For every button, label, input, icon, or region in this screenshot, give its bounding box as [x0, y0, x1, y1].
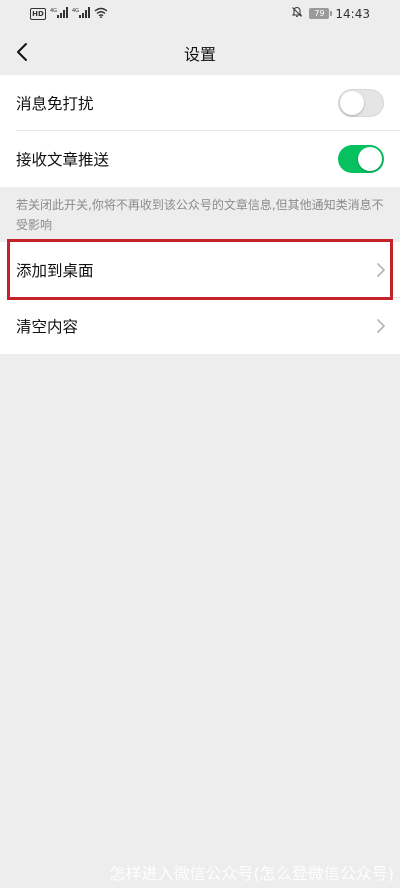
toggle-knob [358, 147, 382, 171]
status-right: 79 14:43 [291, 6, 370, 21]
do-not-disturb-toggle[interactable] [338, 89, 384, 117]
cellular-signal-2-icon: 4G [72, 7, 90, 21]
chevron-right-icon [377, 319, 385, 333]
status-time: 14:43 [335, 6, 370, 21]
battery-icon: 79 [309, 8, 333, 19]
status-left: HD 4G 4G [30, 7, 108, 21]
wifi-icon [94, 7, 108, 21]
receive-articles-toggle[interactable] [338, 145, 384, 173]
add-to-desktop-row[interactable]: 添加到桌面 [0, 242, 400, 298]
svg-text:4G: 4G [72, 8, 79, 14]
action-group: 添加到桌面 清空内容 [0, 242, 400, 354]
toggle-group: 消息免打扰 接收文章推送 [0, 75, 400, 187]
clear-content-row[interactable]: 清空内容 [0, 298, 400, 354]
watermark-text: 怎样进入微信公众号(怎么登微信公众号) [109, 864, 395, 883]
clear-content-label: 清空内容 [16, 318, 79, 336]
cellular-signal-icon: 4G [50, 7, 68, 21]
receive-articles-row: 接收文章推送 [0, 131, 400, 187]
svg-text:4G: 4G [50, 8, 57, 14]
status-bar: HD 4G 4G 79 14:43 [0, 0, 400, 28]
toggle-knob [340, 91, 364, 115]
chevron-right-icon [377, 263, 385, 277]
hd-badge: HD [30, 8, 46, 20]
footnote-text: 若关闭此开关,你将不再收到该公众号的文章信息,但其他通知类消息不受影响 [16, 198, 384, 232]
do-not-disturb-label: 消息免打扰 [16, 95, 94, 113]
do-not-disturb-row: 消息免打扰 [0, 75, 400, 131]
add-to-desktop-label: 添加到桌面 [16, 262, 94, 280]
receive-articles-label: 接收文章推送 [16, 151, 110, 169]
nav-bar: 设置 [0, 28, 400, 75]
notification-muted-icon [291, 6, 303, 21]
page-title: 设置 [183, 45, 216, 64]
